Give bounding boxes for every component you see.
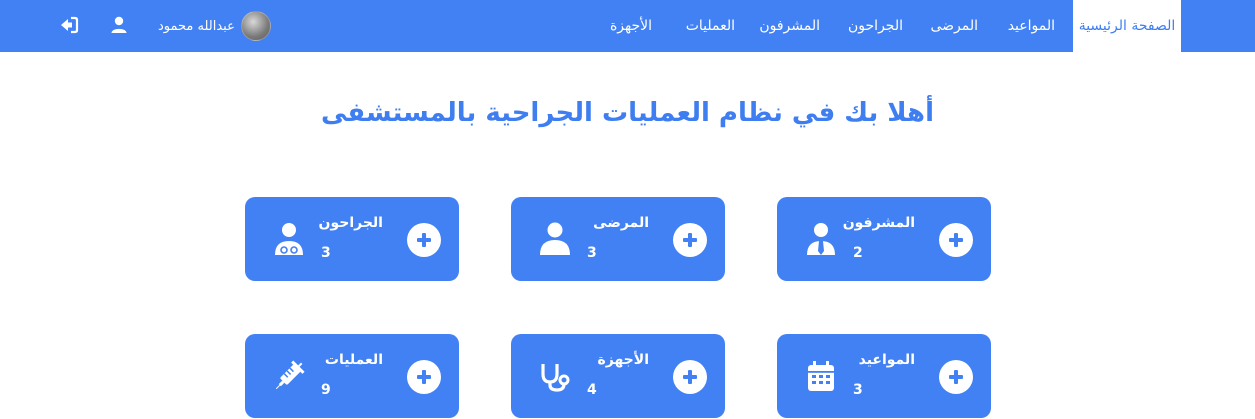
card-label: العمليات — [324, 352, 383, 368]
nav-item-devices[interactable]: الأجهزة — [610, 0, 652, 52]
calendar-icon — [808, 361, 834, 391]
plus-icon[interactable] — [939, 360, 973, 394]
top-navbar: الصفحة الرئيسية المواعيد المرضى الجراحون… — [0, 0, 1255, 52]
nav-item-appointments[interactable]: المواعيد — [1008, 0, 1055, 52]
nav-item-supervisors[interactable]: المشرفون — [759, 0, 820, 52]
card-surgeons[interactable]: الجراحون 3 — [245, 197, 459, 281]
plus-icon[interactable] — [939, 223, 973, 257]
card-appointments[interactable]: المواعيد 3 — [777, 334, 991, 418]
card-label: المشرفون — [842, 215, 915, 231]
card-label: الجراحون — [318, 215, 383, 231]
syringe-icon — [275, 360, 305, 390]
plus-icon[interactable] — [673, 223, 707, 257]
card-count: 3 — [587, 245, 597, 261]
nav-item-home-label: الصفحة الرئيسية — [1078, 18, 1176, 34]
card-operations[interactable]: العمليات 9 — [245, 334, 459, 418]
card-label: الأجهزة — [597, 352, 649, 368]
avatar — [240, 11, 271, 41]
nav-item-patients[interactable]: المرضى — [930, 0, 978, 52]
plus-icon[interactable] — [407, 360, 441, 394]
plus-icon[interactable] — [673, 360, 707, 394]
user-doctor-icon — [275, 223, 303, 255]
card-count: 9 — [321, 382, 331, 398]
card-devices[interactable]: الأجهزة 4 — [511, 334, 725, 418]
card-count: 3 — [321, 245, 331, 261]
nav-item-home[interactable]: الصفحة الرئيسية — [1073, 0, 1181, 52]
card-label: المرضى — [593, 215, 649, 231]
stethoscope-icon — [541, 364, 570, 392]
card-label: المواعيد — [858, 352, 915, 368]
plus-icon[interactable] — [407, 223, 441, 257]
nav-item-surgeons[interactable]: الجراحون — [848, 0, 903, 52]
card-count: 3 — [853, 382, 863, 398]
card-supervisors[interactable]: المشرفون 2 — [777, 197, 991, 281]
user-tie-icon — [807, 223, 835, 255]
logout-icon[interactable] — [58, 14, 80, 36]
card-patients[interactable]: المرضى 3 — [511, 197, 725, 281]
card-count: 4 — [587, 382, 597, 398]
card-count: 2 — [853, 245, 863, 261]
nav-item-operations[interactable]: العمليات — [686, 0, 735, 52]
user-icon — [540, 222, 570, 255]
user-icon[interactable] — [108, 14, 130, 36]
nav-user-profile[interactable]: عبدالله محمود — [158, 0, 271, 52]
user-name: عبدالله محمود — [158, 18, 235, 34]
page-title: أهلا بك في نظام العمليات الجراحية بالمست… — [321, 98, 934, 128]
